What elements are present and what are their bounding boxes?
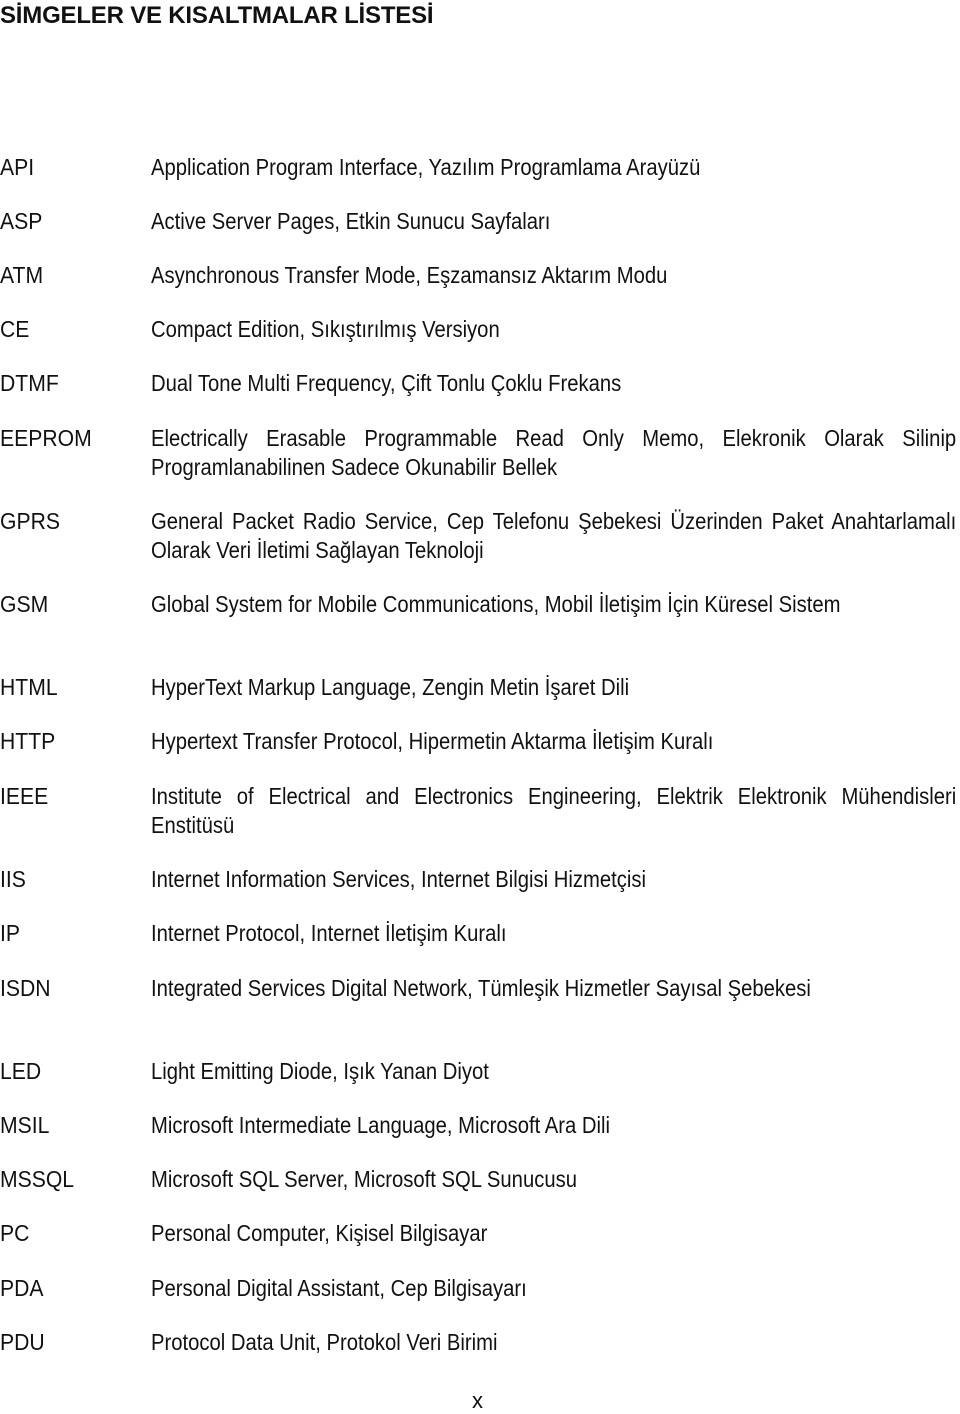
description: Active Server Pages, Etkin Sunucu Sayfal… — [151, 208, 551, 234]
description: Dual Tone Multi Frequency, Çift Tonlu Ço… — [151, 370, 622, 396]
description: Global System for Mobile Communications,… — [151, 591, 841, 617]
abbreviation: EEPROM — [0, 425, 92, 451]
description: Electrically Erasable Programmable Read … — [151, 425, 957, 480]
description: Personal Digital Assistant, Cep Bilgisay… — [151, 1275, 527, 1301]
abbreviation: GPRS — [0, 508, 60, 534]
abbreviation: IIS — [0, 866, 26, 892]
description: Light Emitting Diode, Işık Yanan Diyot — [151, 1058, 489, 1084]
abbreviation: PC — [0, 1220, 30, 1246]
abbreviation: MSIL — [0, 1112, 50, 1138]
abbreviation: PDU — [0, 1329, 45, 1355]
description: Application Program Interface, Yazılım P… — [151, 154, 701, 180]
description: General Packet Radio Service, Cep Telefo… — [151, 508, 957, 563]
description: HyperText Markup Language, Zengin Metin … — [151, 674, 630, 700]
page-title: SİMGELER VE KISALTMALAR LİSTESİ — [0, 2, 434, 29]
description: Microsoft Intermediate Language, Microso… — [151, 1112, 610, 1138]
description: Hypertext Transfer Protocol, Hipermetin … — [151, 728, 714, 754]
abbreviation: ISDN — [0, 975, 51, 1001]
abbreviation: IEEE — [0, 783, 49, 809]
abbreviation: IP — [0, 920, 20, 946]
page-number: x — [472, 1388, 483, 1413]
abbreviation: CE — [0, 316, 30, 342]
abbreviation: HTTP — [0, 728, 56, 754]
description: Internet Information Services, Internet … — [151, 866, 646, 892]
abbreviation: ATM — [0, 262, 44, 288]
abbreviation: DTMF — [0, 370, 59, 396]
abbreviation: GSM — [0, 591, 49, 617]
description: Microsoft SQL Server, Microsoft SQL Sunu… — [151, 1166, 577, 1192]
description: Personal Computer, Kişisel Bilgisayar — [151, 1220, 488, 1246]
description: Integrated Services Digital Network, Tüm… — [151, 975, 811, 1001]
abbreviation: LED — [0, 1058, 42, 1084]
description: Protocol Data Unit, Protokol Veri Birimi — [151, 1329, 498, 1355]
description: Compact Edition, Sıkıştırılmış Versiyon — [151, 316, 500, 342]
abbreviation: API — [0, 154, 35, 180]
abbreviation: ASP — [0, 208, 43, 234]
description: Internet Protocol, Internet İletişim Kur… — [151, 920, 507, 946]
description: Institute of Electrical and Electronics … — [151, 783, 957, 838]
abbreviation: MSSQL — [0, 1166, 75, 1192]
abbreviation: HTML — [0, 674, 58, 700]
description: Asynchronous Transfer Mode, Eşzamansız A… — [151, 262, 668, 288]
abbreviation: PDA — [0, 1275, 44, 1301]
